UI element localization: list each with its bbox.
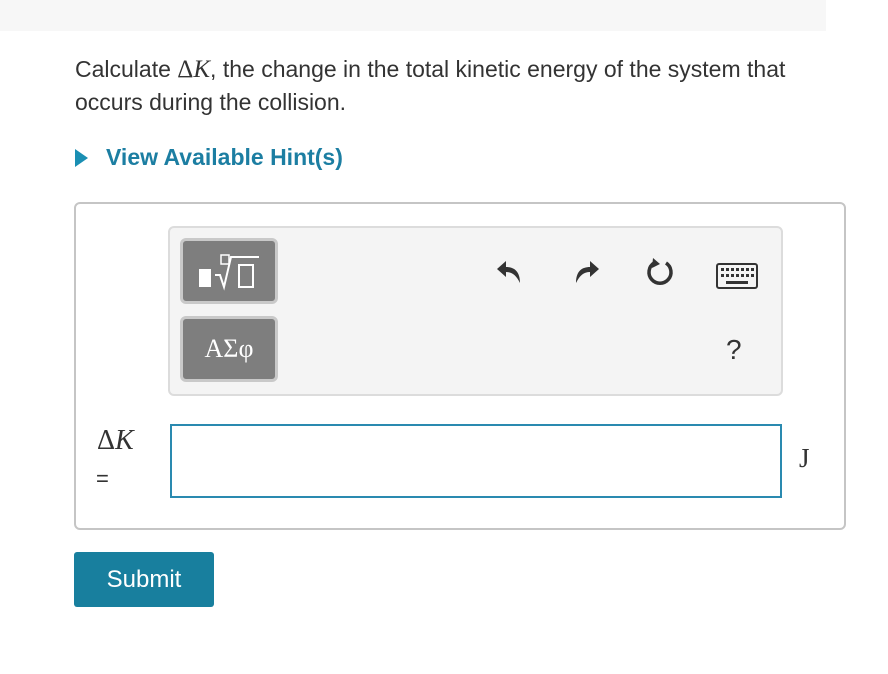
view-hints-label: View Available Hint(s) <box>106 144 343 170</box>
redo-icon[interactable] <box>570 255 602 292</box>
question-prefix: Calculate <box>75 56 178 82</box>
equals-sign: = <box>96 466 109 491</box>
answer-delta: Δ <box>97 425 116 456</box>
help-button[interactable]: ? <box>726 334 742 366</box>
question-var: K <box>193 56 211 83</box>
greek-symbols-button[interactable]: ΑΣφ <box>180 316 278 382</box>
keyboard-icon[interactable] <box>716 263 758 294</box>
unit-label: J <box>799 443 810 473</box>
templates-button[interactable] <box>180 238 278 304</box>
question-delta: Δ <box>177 56 194 83</box>
view-hints-link[interactable]: View Available Hint(s) <box>75 144 343 171</box>
answer-variable-label: ΔK <box>97 425 134 457</box>
answer-input[interactable] <box>170 424 782 498</box>
submit-button[interactable]: Submit <box>74 552 214 607</box>
top-bar <box>0 0 826 31</box>
fraction-root-template-icon <box>199 254 259 291</box>
undo-icon[interactable] <box>494 255 526 292</box>
caret-right-icon <box>75 148 88 167</box>
answer-var: K <box>115 425 134 456</box>
question-math-symbol: ΔK <box>177 56 210 83</box>
reset-icon[interactable] <box>644 255 676 292</box>
question-text: Calculate ΔK, the change in the total ki… <box>75 53 795 118</box>
greek-symbols-label: ΑΣφ <box>204 334 254 363</box>
